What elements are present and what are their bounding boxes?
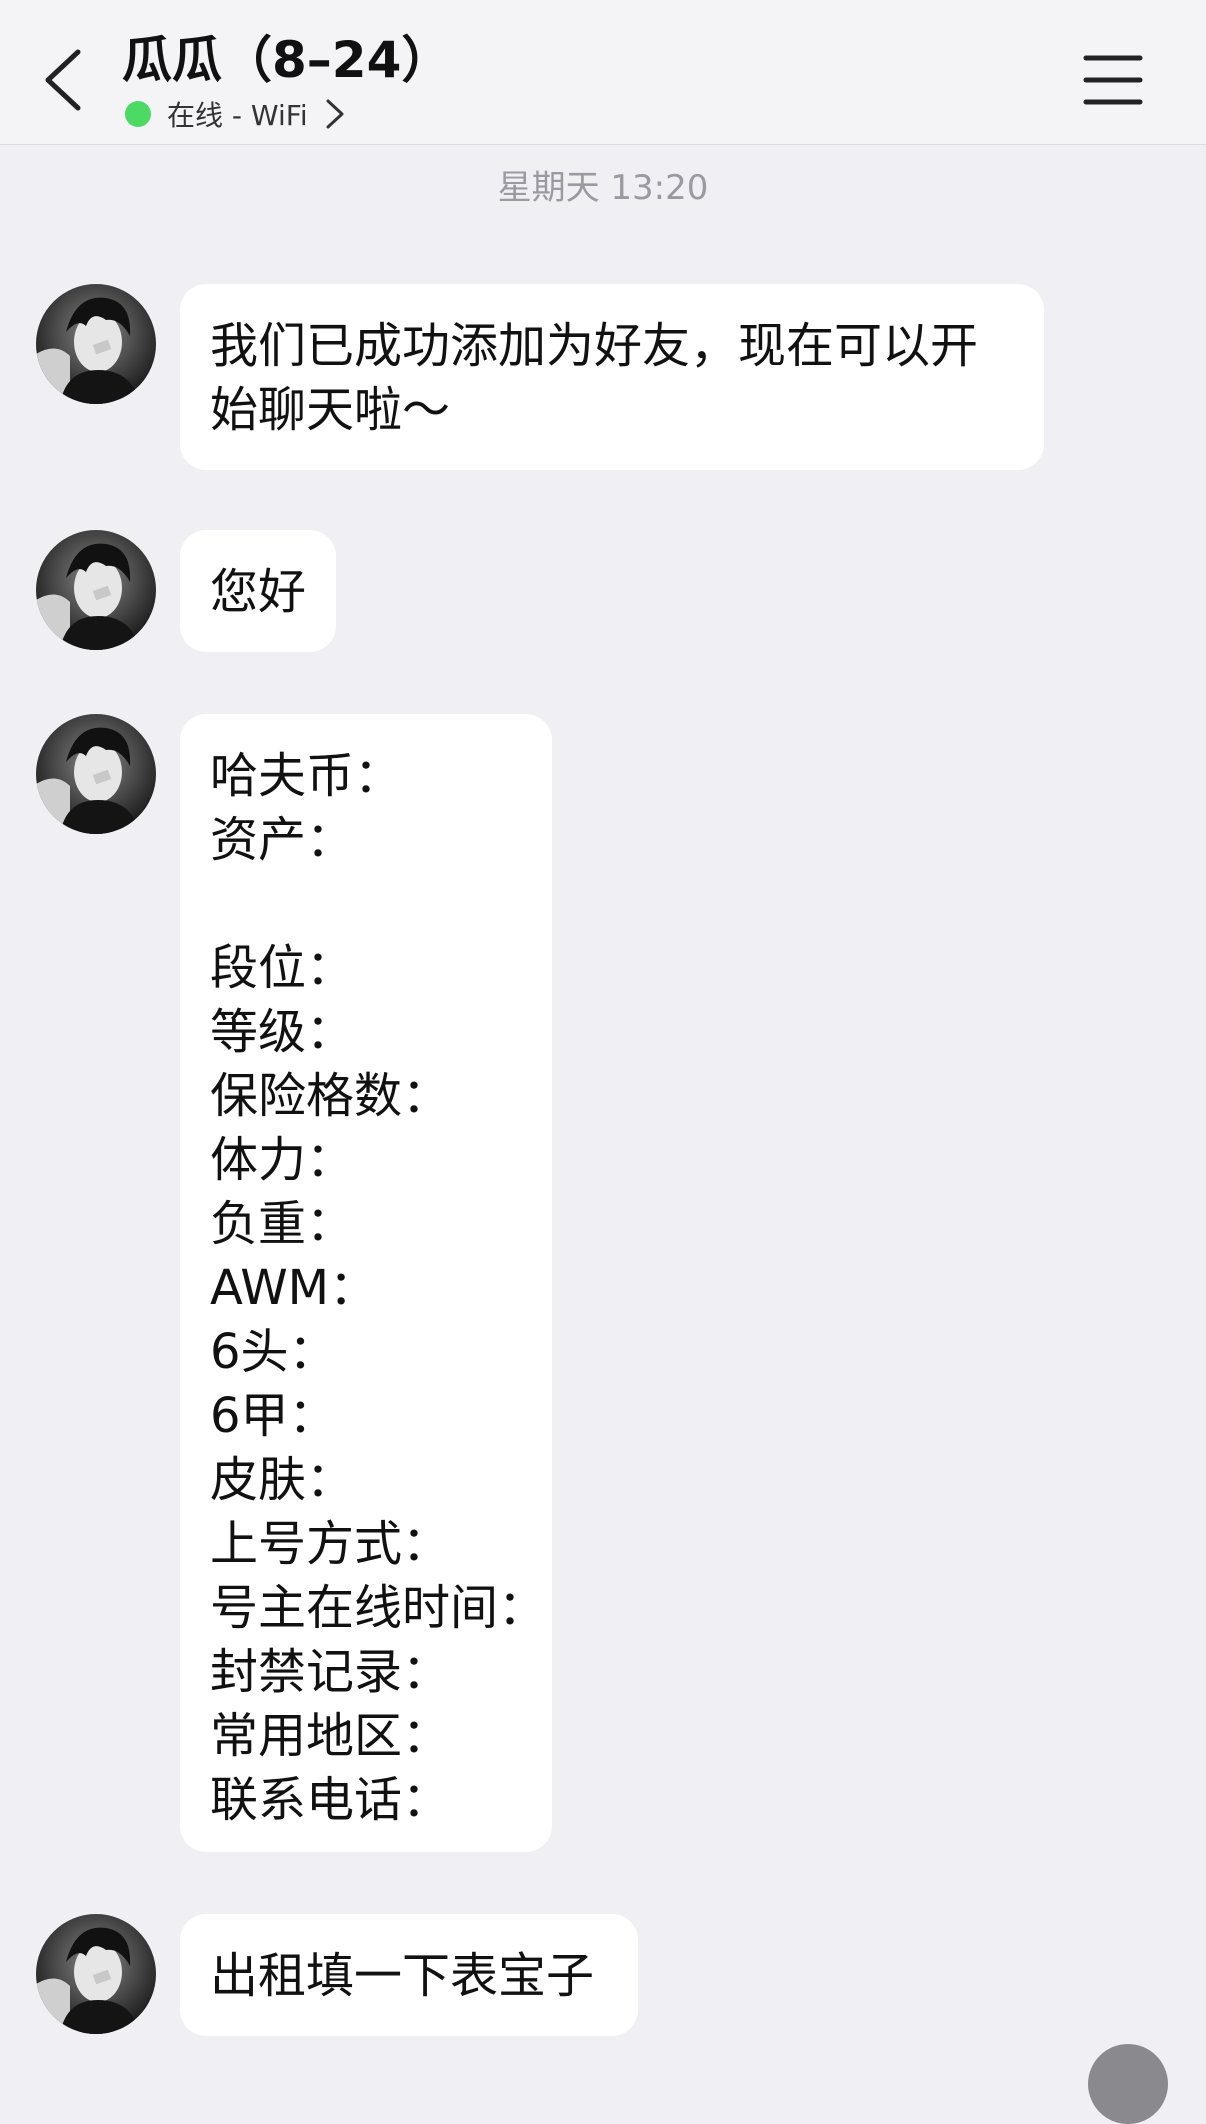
avatar-image <box>36 1914 156 2034</box>
message-bubble[interactable]: 我们已成功添加为好友，现在可以开 始聊天啦～ <box>180 284 1044 470</box>
message-bubble[interactable]: 您好 <box>180 530 336 652</box>
scroll-to-bottom-button[interactable] <box>1088 2044 1168 2124</box>
avatar-image <box>36 284 156 404</box>
chat-header: 瓜瓜（8–24） 在线 - WiFi <box>0 0 1206 145</box>
form-blank-line <box>210 872 522 936</box>
menu-button[interactable] <box>1078 50 1148 110</box>
hamburger-menu-icon <box>1083 55 1143 105</box>
message-bubble[interactable]: 哈夫币： 资产： 段位： 等级： 保险格数： 体力： 负重： AWM： 6头： … <box>180 714 552 1852</box>
avatar[interactable] <box>36 1914 156 2034</box>
form-field-label: 段位： <box>210 940 355 996</box>
form-field-label: 上号方式： <box>210 1516 451 1572</box>
avatar[interactable] <box>36 714 156 834</box>
form-field-label: 体力： <box>210 1132 355 1188</box>
online-status[interactable]: 在线 - WiFi <box>125 94 346 134</box>
form-field-label: 号主在线时间： <box>210 1580 547 1636</box>
message-bubble[interactable]: 出租填一下表宝子 <box>180 1914 638 2036</box>
form-field-label: AWM： <box>210 1260 378 1316</box>
message-timestamp: 星期天 13:20 <box>497 168 709 208</box>
online-status-dot <box>125 101 151 127</box>
form-field-label: 皮肤： <box>210 1452 355 1508</box>
online-status-text: 在线 - WiFi <box>167 99 308 132</box>
message-text: 我们已成功添加为好友，现在可以开 <box>210 318 979 374</box>
form-field-label: 资产： <box>210 812 355 868</box>
chevron-left-icon <box>45 49 81 111</box>
form-field-label: 联系电话： <box>210 1772 451 1828</box>
form-field-label: 6甲： <box>210 1388 337 1444</box>
avatar-image <box>36 530 156 650</box>
message-text: 出租填一下表宝子 <box>210 1948 595 2004</box>
form-field-label: 负重： <box>210 1196 355 1252</box>
back-button[interactable] <box>30 40 100 120</box>
chevron-right-icon <box>326 99 344 129</box>
chat-title[interactable]: 瓜瓜（8–24） <box>122 28 451 92</box>
form-field-label: 封禁记录： <box>210 1644 451 1700</box>
avatar[interactable] <box>36 284 156 404</box>
form-field-label: 常用地区： <box>210 1708 451 1764</box>
avatar-image <box>36 714 156 834</box>
form-field-label: 6头： <box>210 1324 337 1380</box>
form-field-label: 保险格数： <box>210 1068 451 1124</box>
message-text: 始聊天啦～ <box>210 382 451 438</box>
form-field-label: 哈夫币： <box>210 748 403 804</box>
message-text: 您好 <box>210 564 307 620</box>
form-field-label: 等级： <box>210 1004 355 1060</box>
avatar[interactable] <box>36 530 156 650</box>
